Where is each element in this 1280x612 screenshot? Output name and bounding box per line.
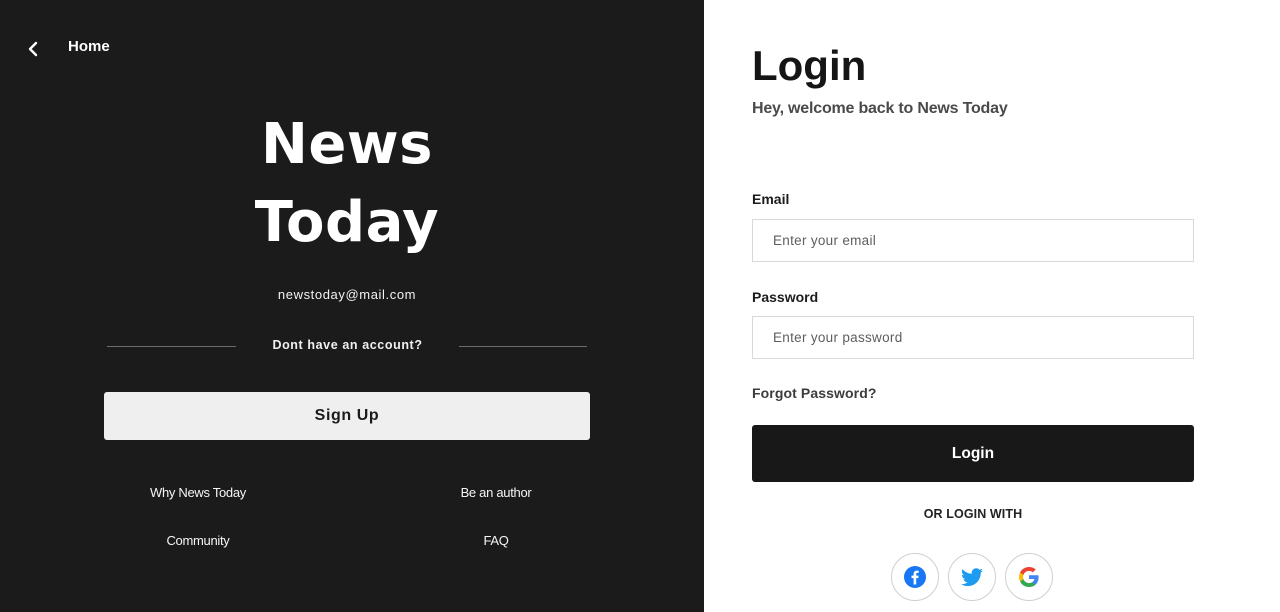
brand-title-line1: News xyxy=(261,112,433,177)
login-panel: Login Hey, welcome back to News Today Em… xyxy=(704,0,1280,612)
facebook-login-button[interactable] xyxy=(891,553,939,601)
twitter-login-button[interactable] xyxy=(948,553,996,601)
no-account-text: Dont have an account? xyxy=(272,338,423,352)
home-link[interactable]: Home xyxy=(68,38,110,55)
divider-right xyxy=(459,346,587,347)
login-button[interactable]: Login xyxy=(752,425,1194,482)
password-label: Password xyxy=(752,289,819,305)
social-login-divider: OR LOGIN WITH xyxy=(923,507,1023,521)
community-link[interactable]: Community xyxy=(98,533,298,548)
signup-button[interactable]: Sign Up xyxy=(104,392,590,440)
google-icon xyxy=(1019,567,1039,587)
chevron-left-icon[interactable] xyxy=(22,38,44,60)
be-an-author-link[interactable]: Be an author xyxy=(396,485,596,500)
login-title: Login xyxy=(752,42,867,89)
password-field[interactable] xyxy=(752,316,1194,359)
twitter-icon xyxy=(961,568,983,587)
why-news-today-link[interactable]: Why News Today xyxy=(98,485,298,500)
forgot-password-link[interactable]: Forgot Password? xyxy=(752,385,877,401)
google-login-button[interactable] xyxy=(1005,553,1053,601)
email-label: Email xyxy=(752,191,790,207)
facebook-icon xyxy=(904,566,926,588)
email-field[interactable] xyxy=(752,219,1194,262)
brand-email: newstoday@mail.com xyxy=(277,287,417,302)
login-subtitle: Hey, welcome back to News Today xyxy=(752,100,1008,117)
brand-panel: Home News Today newstoday@mail.com Dont … xyxy=(0,0,704,612)
faq-link[interactable]: FAQ xyxy=(396,533,596,548)
brand-title-line2: Today xyxy=(254,190,440,255)
divider-left xyxy=(107,346,236,347)
